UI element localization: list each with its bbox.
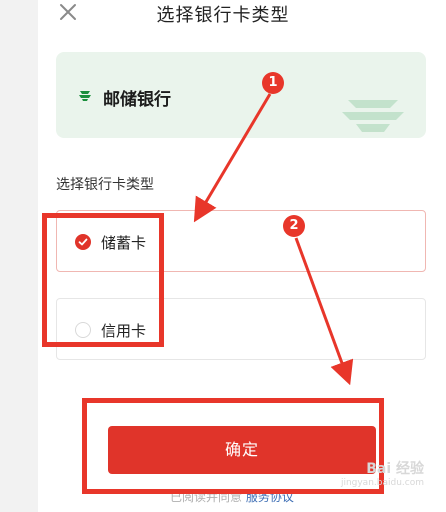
postal-bank-logo-icon [79,91,91,101]
section-label: 选择银行卡类型 [56,177,154,193]
step-marker-2: 2 [283,215,305,237]
page-title: 选择银行卡类型 [156,5,290,26]
step-marker-1: 1 [262,72,284,94]
bank-name: 邮储银行 [103,90,171,110]
baidu-watermark-url: jingyan.baidu.com [340,478,424,488]
bank-card: 邮储银行 [56,52,426,138]
highlight-box-card-type [42,213,164,347]
highlight-box-confirm [82,398,384,494]
baidu-watermark: Bai 经验 [366,461,424,477]
bank-watermark-icon [342,100,404,132]
